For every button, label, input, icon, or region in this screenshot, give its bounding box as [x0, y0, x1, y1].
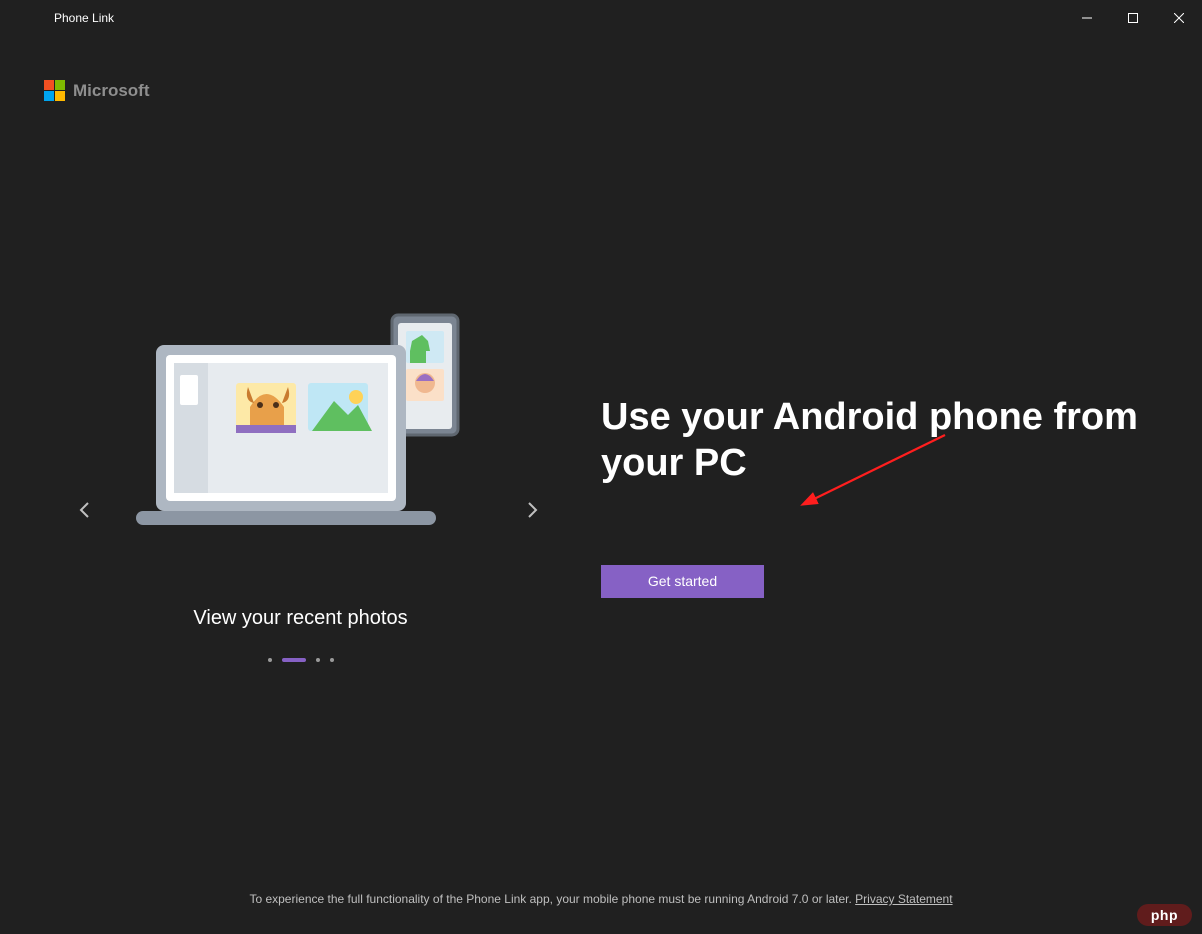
carousel-pane: View your recent photos [0, 331, 601, 662]
carousel-dot[interactable] [330, 658, 334, 662]
maximize-button[interactable] [1110, 0, 1156, 36]
brand-logo: Microsoft [0, 36, 1202, 101]
minimize-button[interactable] [1064, 0, 1110, 36]
window-title: Phone Link [54, 11, 114, 25]
onboarding-illustration [136, 301, 466, 541]
titlebar: Phone Link [0, 0, 1202, 36]
carousel-dot-active[interactable] [282, 658, 306, 662]
carousel-indicators [268, 658, 334, 662]
microsoft-logo-icon [44, 80, 65, 101]
footer-text: To experience the full functionality of … [249, 892, 855, 906]
close-button[interactable] [1156, 0, 1202, 36]
cta-pane: Use your Android phone from your PC Get … [601, 395, 1202, 597]
close-icon [1174, 13, 1184, 23]
content-area: View your recent photos Use your Android… [0, 101, 1202, 892]
get-started-button[interactable]: Get started [601, 565, 764, 598]
carousel-dot[interactable] [316, 658, 320, 662]
minimize-icon [1082, 13, 1092, 23]
carousel-next-button[interactable] [523, 501, 541, 519]
chevron-right-icon [523, 501, 541, 519]
watermark: php [1137, 904, 1192, 926]
brand-name: Microsoft [73, 81, 150, 101]
privacy-link[interactable]: Privacy Statement [855, 892, 952, 906]
maximize-icon [1128, 13, 1138, 23]
watermark-text: php [1137, 904, 1192, 926]
page-title: Use your Android phone from your PC [601, 395, 1141, 486]
carousel-prev-button[interactable] [76, 501, 94, 519]
chevron-left-icon [76, 501, 94, 519]
carousel-dot[interactable] [268, 658, 272, 662]
footer: To experience the full functionality of … [0, 892, 1202, 934]
carousel-caption: View your recent photos [193, 607, 407, 630]
window-controls [1064, 0, 1202, 36]
